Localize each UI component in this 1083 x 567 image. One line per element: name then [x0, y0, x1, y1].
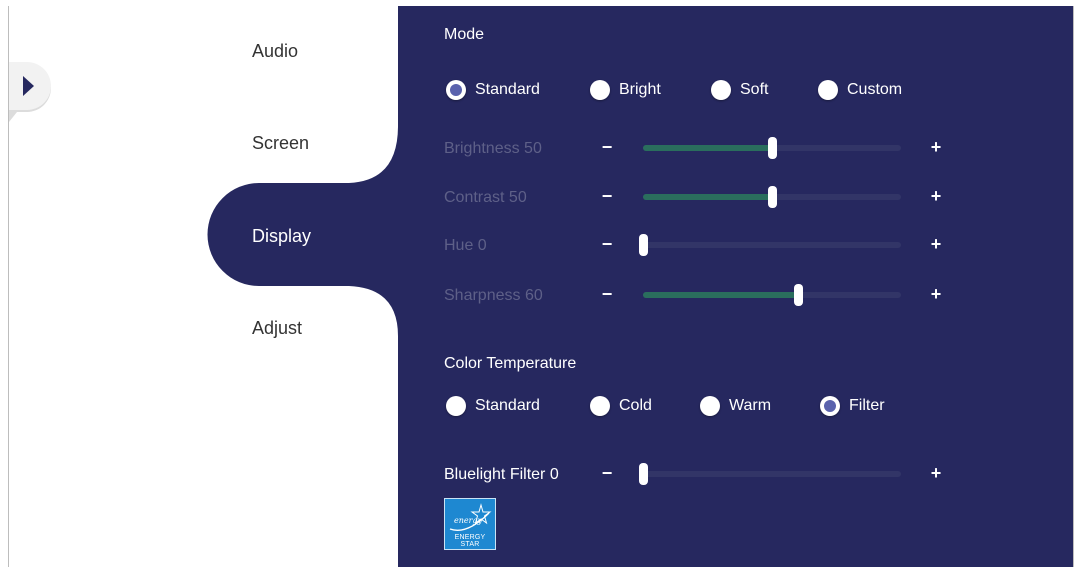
slider-thumb[interactable]	[793, 284, 803, 306]
slider-fill	[643, 194, 772, 200]
nav-item-display[interactable]: Display	[252, 226, 311, 247]
nav-item-screen[interactable]: Screen	[252, 133, 309, 154]
sharpness-slider[interactable]	[643, 284, 901, 306]
radio-unselected-icon	[590, 396, 610, 416]
mode-standard-radio[interactable]: Standard	[446, 78, 540, 102]
energy-script-text: energy	[454, 516, 483, 525]
mode-custom-radio[interactable]: Custom	[818, 78, 902, 102]
hue-decrease-button[interactable]: −	[598, 234, 616, 255]
radio-unselected-icon	[446, 396, 466, 416]
contrast-slider[interactable]	[643, 186, 901, 208]
nav-item-audio[interactable]: Audio	[252, 41, 298, 62]
energy-star-text: ENERGY STAR	[454, 534, 486, 548]
slider-fill	[643, 292, 798, 298]
radio-selected-icon	[446, 80, 466, 100]
slider-thumb[interactable]	[768, 186, 777, 208]
hue-slider[interactable]	[639, 234, 901, 256]
contrast-decrease-button[interactable]: −	[598, 186, 616, 207]
mode-bright-radio[interactable]: Bright	[590, 78, 661, 102]
nav-item-adjust[interactable]: Adjust	[252, 318, 302, 339]
color-temp-standard-radio[interactable]: Standard	[446, 394, 540, 418]
radio-label: Warm	[729, 397, 772, 414]
radio-label: Filter	[849, 397, 885, 414]
radio-label: Standard	[475, 81, 540, 98]
expand-menu-button[interactable]	[9, 62, 55, 122]
slider-fill	[643, 145, 772, 151]
radio-unselected-icon	[590, 80, 610, 100]
bluelight-decrease-button[interactable]: −	[598, 463, 616, 484]
radio-label: Custom	[847, 81, 903, 98]
bluelight-filter-label: Bluelight Filter 0	[444, 466, 559, 483]
radio-label: Bright	[619, 81, 661, 98]
radio-selected-icon	[820, 396, 840, 416]
color-temp-filter-radio[interactable]: Filter	[820, 394, 885, 418]
brightness-decrease-button[interactable]: −	[598, 137, 616, 158]
bluelight-increase-button[interactable]: +	[927, 463, 945, 484]
radio-unselected-icon	[711, 80, 731, 100]
energy-star-icon: energy	[449, 503, 492, 531]
slider-thumb[interactable]	[639, 463, 648, 485]
play-arrow-icon	[9, 62, 51, 122]
brightness-slider[interactable]	[643, 137, 901, 159]
active-tab-shape	[207, 6, 399, 567]
brightness-increase-button[interactable]: +	[927, 137, 945, 158]
radio-unselected-icon	[700, 396, 720, 416]
radio-label: Standard	[475, 397, 540, 414]
radio-label: Soft	[740, 81, 769, 98]
settings-window: Audio Screen Display Adjust Mode Standar…	[8, 6, 1074, 567]
slider-thumb[interactable]	[639, 234, 648, 256]
hue-label: Hue 0	[444, 237, 487, 254]
radio-label: Cold	[619, 397, 652, 414]
contrast-increase-button[interactable]: +	[927, 186, 945, 207]
sharpness-decrease-button[interactable]: −	[598, 284, 616, 305]
radio-unselected-icon	[818, 80, 838, 100]
sharpness-label: Sharpness 60	[444, 287, 543, 304]
slider-thumb[interactable]	[768, 137, 777, 159]
bluelight-slider[interactable]	[639, 463, 901, 485]
contrast-label: Contrast 50	[444, 189, 527, 206]
hue-increase-button[interactable]: +	[927, 234, 945, 255]
mode-title: Mode	[444, 26, 485, 43]
sharpness-increase-button[interactable]: +	[927, 284, 945, 305]
color-temp-cold-radio[interactable]: Cold	[590, 394, 652, 418]
brightness-label: Brightness 50	[444, 140, 542, 157]
color-temp-warm-radio[interactable]: Warm	[700, 394, 771, 418]
energy-star-logo: energy ENERGY STAR	[444, 498, 496, 550]
color-temperature-title: Color Temperature	[444, 355, 577, 372]
mode-soft-radio[interactable]: Soft	[711, 78, 768, 102]
